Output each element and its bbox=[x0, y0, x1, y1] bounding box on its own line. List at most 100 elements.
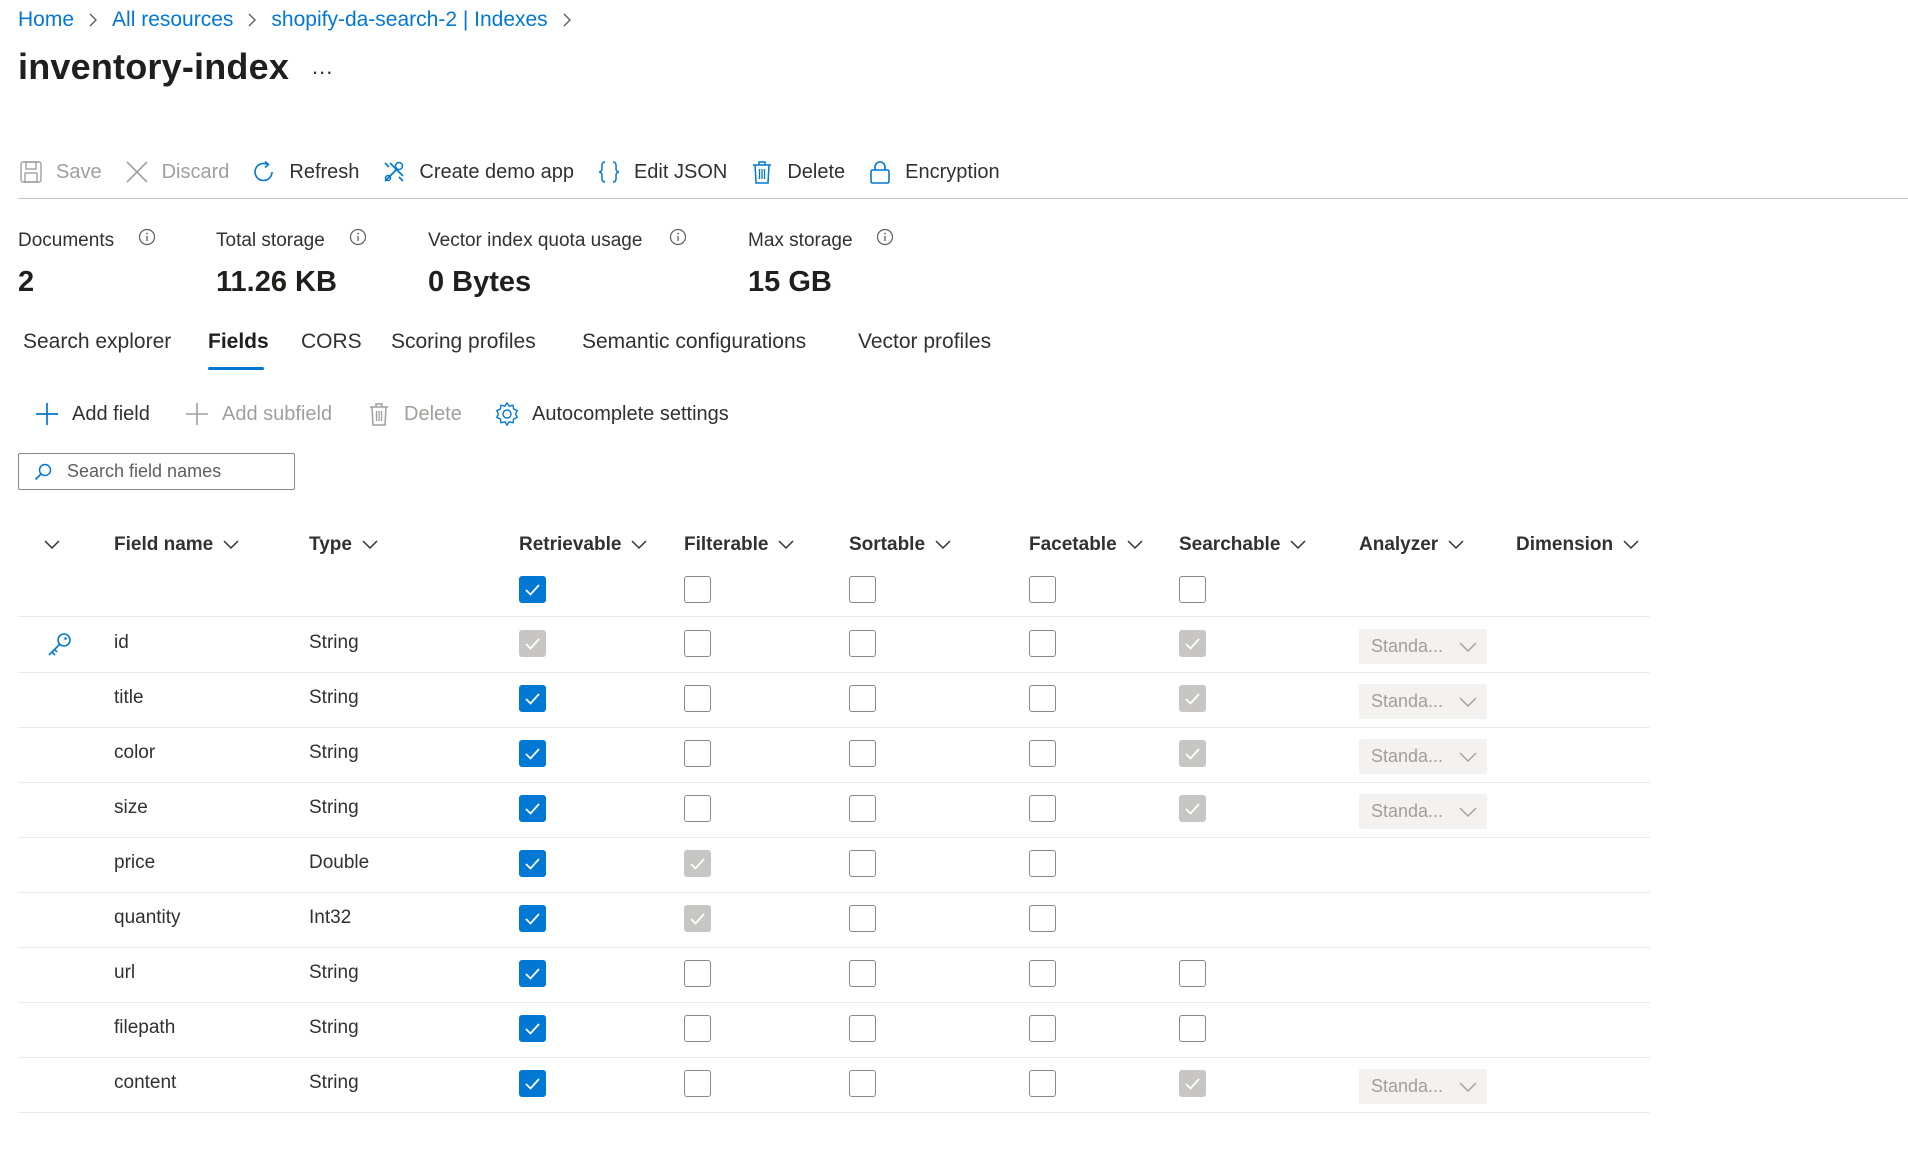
refresh-label: Refresh bbox=[289, 160, 360, 183]
field-name-cell[interactable]: filepath bbox=[114, 1017, 175, 1039]
field-name-cell[interactable]: title bbox=[114, 687, 144, 709]
filterable-checkbox[interactable] bbox=[684, 960, 711, 987]
sortable-checkbox[interactable] bbox=[849, 685, 876, 712]
info-icon[interactable] bbox=[669, 228, 687, 246]
search-input[interactable] bbox=[67, 461, 267, 482]
checkmark-icon bbox=[525, 748, 540, 760]
sortable-checkbox[interactable] bbox=[849, 740, 876, 767]
retrievable-checkbox[interactable] bbox=[519, 685, 546, 712]
retrievable-checkbox[interactable] bbox=[519, 795, 546, 822]
discard-button[interactable]: Discard bbox=[124, 152, 229, 192]
field-name-cell[interactable]: quantity bbox=[114, 907, 181, 929]
field-name-cell[interactable]: id bbox=[114, 632, 129, 654]
filterable-checkbox[interactable] bbox=[684, 795, 711, 822]
autocomplete-settings-button[interactable]: Autocomplete settings bbox=[494, 398, 729, 430]
column-header-type[interactable]: Type bbox=[309, 530, 378, 560]
facetable-checkbox[interactable] bbox=[1029, 685, 1056, 712]
field-type-cell: String bbox=[309, 1017, 359, 1038]
breadcrumb-home[interactable]: Home bbox=[18, 8, 74, 32]
checkmark-icon bbox=[690, 858, 705, 870]
retrievable-checkbox[interactable] bbox=[519, 960, 546, 987]
facetable-checkbox[interactable] bbox=[1029, 1070, 1056, 1097]
checkmark-icon bbox=[1185, 1078, 1200, 1090]
sortable-checkbox[interactable] bbox=[849, 850, 876, 877]
sortable-checkbox[interactable] bbox=[849, 1070, 876, 1097]
add-subfield-button[interactable]: Add subfield bbox=[184, 398, 332, 430]
tab-fields[interactable]: Fields bbox=[208, 330, 269, 354]
column-header-searchable[interactable]: Searchable bbox=[1179, 530, 1306, 560]
more-options-button[interactable]: ... bbox=[312, 54, 333, 80]
info-icon[interactable] bbox=[349, 228, 367, 246]
create-demo-app-button[interactable]: Create demo app bbox=[381, 152, 574, 192]
sortable-checkbox[interactable] bbox=[849, 1015, 876, 1042]
field-name-cell[interactable]: content bbox=[114, 1072, 176, 1094]
refresh-icon bbox=[254, 160, 274, 182]
tab-cors[interactable]: CORS bbox=[301, 330, 362, 354]
field-name-cell[interactable]: price bbox=[114, 852, 155, 874]
facetable-checkbox[interactable] bbox=[1029, 960, 1056, 987]
add-field-button[interactable]: Add field bbox=[34, 398, 150, 430]
encryption-button[interactable]: Encryption bbox=[867, 152, 1000, 192]
delete-field-button[interactable]: Delete bbox=[366, 398, 462, 430]
retrievable-checkbox[interactable] bbox=[519, 1070, 546, 1097]
select-all-searchable-checkbox[interactable] bbox=[1179, 576, 1206, 603]
search-field-names[interactable] bbox=[18, 453, 295, 490]
filterable-checkbox[interactable] bbox=[684, 685, 711, 712]
refresh-button[interactable]: Refresh bbox=[251, 152, 359, 192]
facetable-checkbox[interactable] bbox=[1029, 1015, 1056, 1042]
tab-scoring-profiles[interactable]: Scoring profiles bbox=[391, 330, 536, 354]
field-name-cell[interactable]: color bbox=[114, 742, 155, 764]
create-demo-app-label: Create demo app bbox=[419, 160, 574, 183]
retrievable-checkbox[interactable] bbox=[519, 1015, 546, 1042]
field-name-cell[interactable]: size bbox=[114, 797, 148, 819]
searchable-checkbox[interactable] bbox=[1179, 960, 1206, 987]
column-header-filterable[interactable]: Filterable bbox=[684, 530, 795, 560]
facetable-checkbox[interactable] bbox=[1029, 740, 1056, 767]
filterable-checkbox[interactable] bbox=[684, 1070, 711, 1097]
sortable-checkbox[interactable] bbox=[849, 960, 876, 987]
tab-search-explorer[interactable]: Search explorer bbox=[23, 330, 171, 354]
column-header-facetable[interactable]: Facetable bbox=[1029, 530, 1143, 560]
filterable-checkbox[interactable] bbox=[684, 630, 711, 657]
sortable-checkbox[interactable] bbox=[849, 905, 876, 932]
breadcrumb-all-resources[interactable]: All resources bbox=[112, 8, 233, 32]
expand-all-toggle[interactable] bbox=[44, 530, 60, 560]
column-header-field-name[interactable]: Field name bbox=[114, 530, 239, 560]
retrievable-checkbox[interactable] bbox=[519, 905, 546, 932]
select-all-facetable-checkbox[interactable] bbox=[1029, 576, 1056, 603]
breadcrumb-indexes[interactable]: shopify-da-search-2 | Indexes bbox=[271, 8, 547, 32]
delete-button[interactable]: Delete bbox=[749, 152, 845, 192]
retrievable-checkbox[interactable] bbox=[519, 850, 546, 877]
checkmark-icon bbox=[525, 858, 540, 870]
retrievable-checkbox[interactable] bbox=[519, 740, 546, 767]
info-icon[interactable] bbox=[876, 228, 894, 246]
checkmark-icon bbox=[525, 968, 540, 980]
select-all-retrievable-checkbox[interactable] bbox=[519, 576, 546, 603]
facetable-checkbox[interactable] bbox=[1029, 795, 1056, 822]
column-header-analyzer[interactable]: Analyzer bbox=[1359, 530, 1464, 560]
select-all-sortable-checkbox[interactable] bbox=[849, 576, 876, 603]
save-button[interactable]: Save bbox=[18, 152, 102, 192]
searchable-checkbox[interactable] bbox=[1179, 1015, 1206, 1042]
field-type-cell: Int32 bbox=[309, 907, 352, 928]
chevron-right-icon bbox=[74, 12, 112, 28]
edit-json-button[interactable]: Edit JSON bbox=[596, 152, 727, 192]
info-icon[interactable] bbox=[138, 228, 156, 246]
column-header-retrievable[interactable]: Retrievable bbox=[519, 530, 647, 560]
column-header-sortable[interactable]: Sortable bbox=[849, 530, 951, 560]
sortable-checkbox[interactable] bbox=[849, 795, 876, 822]
field-name-cell[interactable]: url bbox=[114, 962, 135, 984]
filterable-checkbox[interactable] bbox=[684, 740, 711, 767]
facetable-checkbox[interactable] bbox=[1029, 905, 1056, 932]
facetable-checkbox[interactable] bbox=[1029, 630, 1056, 657]
select-all-filterable-checkbox[interactable] bbox=[684, 576, 711, 603]
tab-vector-profiles[interactable]: Vector profiles bbox=[858, 330, 991, 354]
column-header-dimension[interactable]: Dimension bbox=[1516, 530, 1639, 560]
tab-semantic-configurations[interactable]: Semantic configurations bbox=[582, 330, 806, 354]
filterable-checkbox[interactable] bbox=[684, 1015, 711, 1042]
facetable-checkbox[interactable] bbox=[1029, 850, 1056, 877]
field-type-cell: Double bbox=[309, 852, 370, 873]
sortable-checkbox[interactable] bbox=[849, 630, 876, 657]
trash-icon bbox=[753, 161, 772, 184]
chevron-right-icon bbox=[548, 12, 586, 28]
